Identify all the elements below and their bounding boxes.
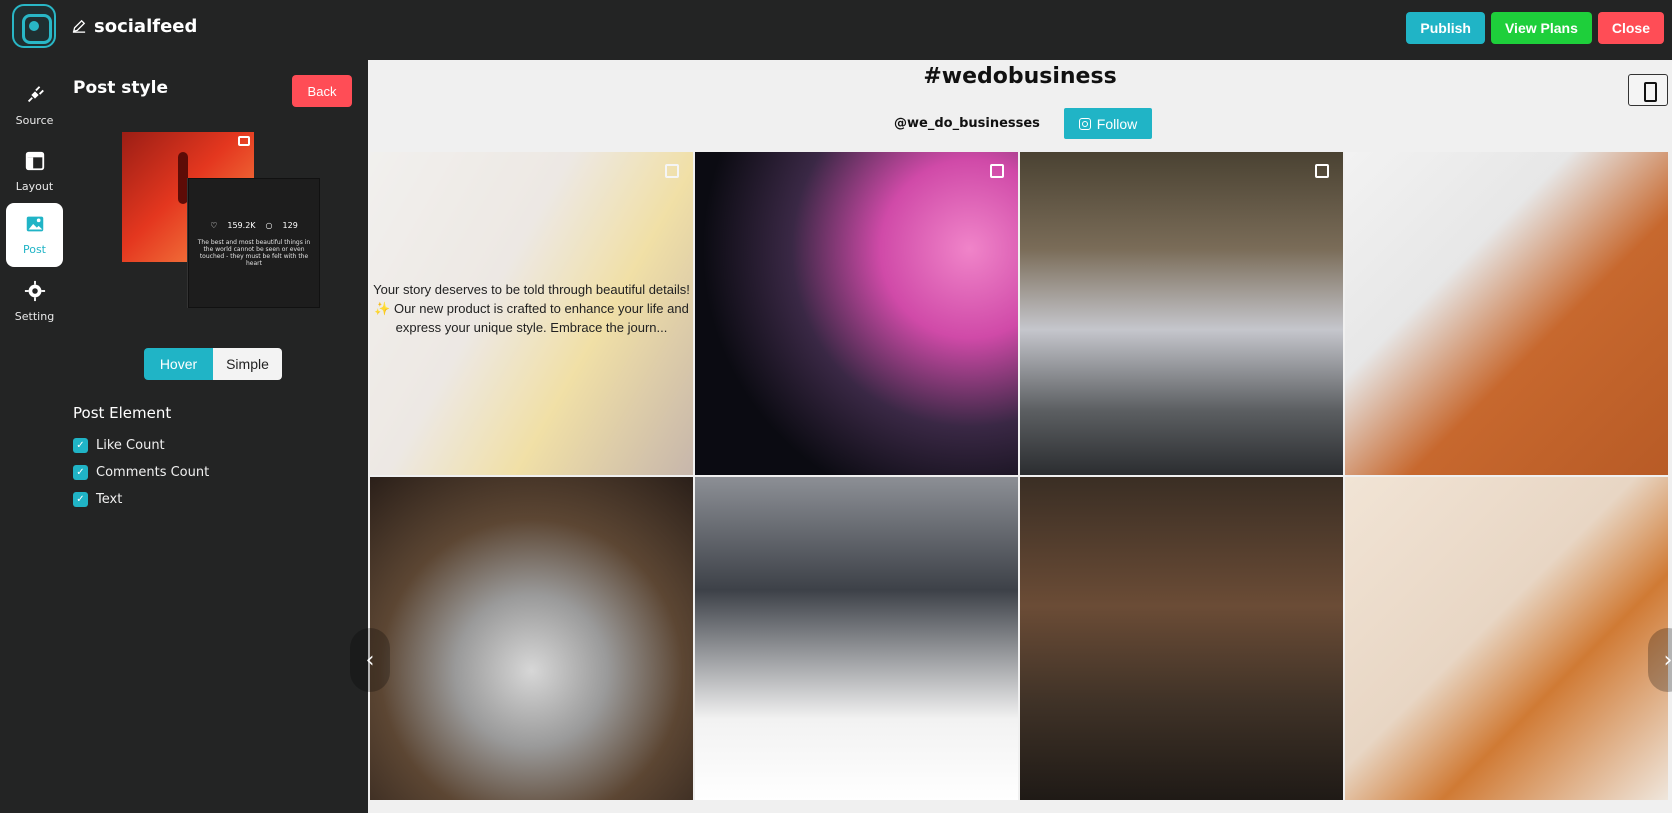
chevron-right-icon: › xyxy=(1663,647,1672,673)
post-hover-overlay: Your story deserves to be told through b… xyxy=(370,152,693,475)
close-button[interactable]: Close xyxy=(1597,12,1664,44)
next-arrow[interactable]: › xyxy=(1648,628,1672,692)
preview-caption: The best and most beautiful things in th… xyxy=(197,239,311,267)
comments-count-option[interactable]: ✓ Comments Count xyxy=(73,459,209,486)
feed-grid: Your story deserves to be told through b… xyxy=(370,152,1670,800)
multiple-images-icon xyxy=(990,164,1004,178)
feed-post[interactable] xyxy=(370,477,693,800)
post-caption: Your story deserves to be told through b… xyxy=(373,282,690,335)
text-option[interactable]: ✓ Text xyxy=(73,486,209,513)
preview-hover-card: ♡ 159.2K ○ 129 The best and most beautif… xyxy=(188,178,320,308)
comment-icon: ○ xyxy=(265,221,273,230)
feed-account[interactable]: @we_do_businesses xyxy=(894,116,1040,131)
publish-button[interactable]: Publish xyxy=(1406,12,1485,44)
like-count-option[interactable]: ✓ Like Count xyxy=(73,432,209,459)
top-bar: socialfeed Publish View Plans Close xyxy=(0,0,1672,60)
post-element-list: ✓ Like Count ✓ Comments Count ✓ Text xyxy=(73,432,209,513)
feed-post[interactable] xyxy=(1345,152,1668,475)
nav-layout-label: Layout xyxy=(15,180,54,193)
follow-button[interactable]: Follow xyxy=(1064,108,1152,139)
text-label: Text xyxy=(96,492,123,507)
comments-count-label: Comments Count xyxy=(96,465,210,480)
preview-likes: 159.2K xyxy=(227,221,256,230)
app-logo xyxy=(12,4,56,48)
nav-source[interactable]: Source xyxy=(6,74,63,138)
app-title: socialfeed xyxy=(94,15,198,37)
post-style-toggle: Hover Simple xyxy=(144,348,282,380)
like-count-checkbox[interactable]: ✓ xyxy=(73,438,88,453)
feed-post[interactable]: Your story deserves to be told through b… xyxy=(370,152,693,475)
feed-post[interactable] xyxy=(1020,152,1343,475)
like-count-label: Like Count xyxy=(96,438,165,453)
plug-icon xyxy=(27,86,44,103)
post-style-panel: Post style Back ♡ 159.2K ○ 129 The best … xyxy=(70,60,368,813)
preview-stats: ♡ 159.2K ○ 129 xyxy=(189,221,319,230)
instagram-icon xyxy=(1078,117,1091,130)
top-actions: Publish View Plans Close xyxy=(1406,12,1664,44)
view-plans-button[interactable]: View Plans xyxy=(1490,12,1592,44)
left-nav: Source Layout Post Setting xyxy=(0,60,70,813)
feed-post[interactable] xyxy=(695,152,1018,475)
feed-preview: #wedobusiness @we_do_businesses Follow Y… xyxy=(350,60,1672,813)
simple-option[interactable]: Simple xyxy=(213,348,282,380)
comments-count-checkbox[interactable]: ✓ xyxy=(73,465,88,480)
chevron-left-icon: ‹ xyxy=(365,647,375,673)
feed-post[interactable] xyxy=(695,477,1018,800)
panel-title: Post style xyxy=(73,78,168,98)
post-element-title: Post Element xyxy=(73,404,172,422)
nav-setting-label: Setting xyxy=(14,310,55,323)
pencil-icon xyxy=(72,19,86,33)
text-checkbox[interactable]: ✓ xyxy=(73,492,88,507)
multiple-images-icon xyxy=(1315,164,1329,178)
heart-icon: ♡ xyxy=(210,221,218,230)
nav-setting[interactable]: Setting xyxy=(6,270,63,334)
app-title-area[interactable]: socialfeed xyxy=(72,14,197,38)
nav-source-label: Source xyxy=(15,114,54,127)
follow-label: Follow xyxy=(1096,115,1138,132)
previous-arrow[interactable]: ‹ xyxy=(350,628,390,692)
nav-layout[interactable]: Layout xyxy=(6,140,63,204)
feed-post[interactable] xyxy=(1020,477,1343,800)
feed-post[interactable] xyxy=(1345,477,1668,800)
post-style-preview: ♡ 159.2K ○ 129 The best and most beautif… xyxy=(122,132,322,312)
nav-post[interactable]: Post xyxy=(6,203,63,267)
back-button[interactable]: Back xyxy=(292,75,352,107)
gear-icon xyxy=(24,280,45,302)
feed-hashtag: #wedobusiness xyxy=(923,64,1117,89)
mobile-view-button[interactable] xyxy=(1628,74,1668,106)
camera-icon xyxy=(238,136,250,146)
preview-comments: 129 xyxy=(282,221,298,230)
nav-post-label: Post xyxy=(22,243,46,256)
image-icon xyxy=(26,216,43,232)
layout-icon xyxy=(25,151,44,171)
hover-option[interactable]: Hover xyxy=(144,348,213,380)
